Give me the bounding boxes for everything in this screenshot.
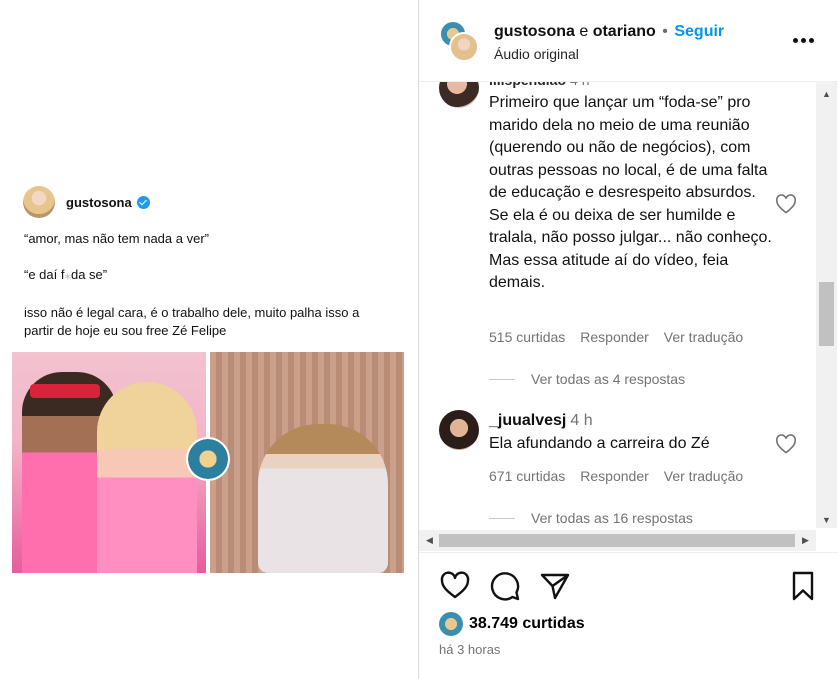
comment-avatar[interactable] — [439, 410, 479, 450]
scroll-up-arrow-icon[interactable]: ▲ — [816, 85, 837, 102]
overlay-avatar-badge — [186, 437, 230, 481]
comment-username[interactable]: _juualvesj — [489, 412, 566, 429]
like-heart-icon[interactable] — [439, 570, 471, 602]
comment-meta: 515 curtidas Responder Ver tradução — [489, 329, 743, 345]
scroll-left-arrow-icon[interactable]: ◀ — [421, 530, 438, 551]
collab-avatars[interactable] — [439, 20, 483, 64]
actions-divider — [419, 552, 838, 553]
screenshot-card: gustosona “amor, mas não tem nada a ver”… — [12, 182, 404, 573]
avatar-gustosona[interactable] — [449, 32, 479, 62]
comment-translate-button[interactable]: Ver tradução — [664, 468, 743, 484]
comment-time: 4 h — [570, 82, 589, 88]
photo-woman-jacket — [210, 352, 404, 573]
comment-bubble-icon[interactable] — [489, 570, 521, 602]
view-replies-button[interactable]: Ver todas as 4 respostas — [489, 371, 685, 387]
more-dot-2 — [801, 38, 806, 43]
audio-link[interactable]: Áudio original — [494, 46, 579, 62]
card-line-2b: da se” — [70, 267, 108, 282]
comment-likes-count[interactable]: 515 curtidas — [489, 329, 565, 345]
photo-woman — [97, 382, 197, 573]
verified-badge-icon — [136, 195, 150, 209]
comment-text: Primeiro que lançar um “foda-se” pro mar… — [489, 94, 772, 291]
header-conj: e — [579, 23, 589, 40]
post-media[interactable]: gustosona “amor, mas não tem nada a ver”… — [0, 0, 418, 679]
horizontal-scrollbar[interactable]: ◀ ▶ — [419, 530, 816, 551]
photo-couple — [12, 352, 206, 573]
card-photos — [12, 352, 404, 573]
card-line-3: isso não é legal cara, é o trabalho dele… — [24, 305, 360, 320]
card-header: gustosona — [12, 182, 404, 222]
likes-summary[interactable]: 38.749 curtidas — [439, 612, 585, 636]
comment-username-partial[interactable]: lilispendiao 4 h — [489, 82, 589, 88]
scroll-right-arrow-icon[interactable]: ▶ — [797, 530, 814, 551]
header-usernames: gustosona e otariano • Seguir — [494, 23, 724, 41]
scroll-thumb[interactable] — [439, 534, 795, 547]
view-replies-button[interactable]: Ver todas as 16 respostas — [489, 510, 693, 526]
card-line-1: “amor, mas não tem nada a ver” — [24, 231, 209, 246]
comment-like-heart-icon[interactable] — [775, 434, 797, 454]
comment-username[interactable]: lilispendiao — [489, 82, 566, 88]
save-bookmark-icon[interactable] — [787, 570, 819, 602]
photo-bandana — [30, 384, 100, 398]
comment-reply-button[interactable]: Responder — [580, 329, 649, 345]
more-dot-3 — [809, 38, 814, 43]
scroll-thumb[interactable] — [819, 282, 834, 346]
comment-likes-count[interactable]: 671 curtidas — [489, 468, 565, 484]
comment-reply-button[interactable]: Responder — [580, 468, 649, 484]
post-time[interactable]: há 3 horas — [439, 642, 500, 657]
comment-translate-button[interactable]: Ver tradução — [664, 329, 743, 345]
post-header: gustosona e otariano • Seguir Áudio orig… — [419, 0, 838, 82]
card-line-4: partir de hoje eu sou free Zé Felipe — [24, 323, 227, 338]
card-username: gustosona — [66, 194, 132, 210]
header-user1-link[interactable]: gustosona — [494, 23, 575, 40]
header-dot: • — [662, 23, 668, 40]
comment-header: _juualvesj 4 h — [489, 412, 593, 430]
follow-button[interactable]: Seguir — [674, 23, 724, 40]
comment-text: Ela afundando a carreira do Zé — [489, 435, 710, 452]
comment-like-heart-icon[interactable] — [775, 194, 797, 214]
vertical-scrollbar[interactable]: ▲ ▼ — [816, 82, 837, 528]
photo-person — [258, 424, 388, 573]
comment-time: 4 h — [570, 412, 593, 429]
card-line-2: “e daí f⁎da se” — [24, 266, 404, 284]
share-send-icon[interactable] — [539, 570, 571, 602]
comments-list[interactable]: lilispendiao 4 h Primeiro que lançar um “… — [419, 82, 838, 552]
more-dot-1 — [793, 38, 798, 43]
scroll-down-arrow-icon[interactable]: ▼ — [816, 511, 837, 528]
action-bar — [419, 565, 838, 605]
likes-count[interactable]: 38.749 curtidas — [469, 615, 585, 633]
liker-avatar — [439, 612, 463, 636]
comment-meta: 671 curtidas Responder Ver tradução — [489, 468, 743, 484]
more-options-icon[interactable] — [793, 38, 814, 44]
post-details: gustosona e otariano • Seguir Áudio orig… — [419, 0, 838, 679]
comment-avatar[interactable] — [439, 82, 479, 108]
header-user2-link[interactable]: otariano — [593, 23, 656, 40]
card-avatar — [23, 186, 55, 218]
card-line-2a: “e daí f — [24, 267, 65, 282]
